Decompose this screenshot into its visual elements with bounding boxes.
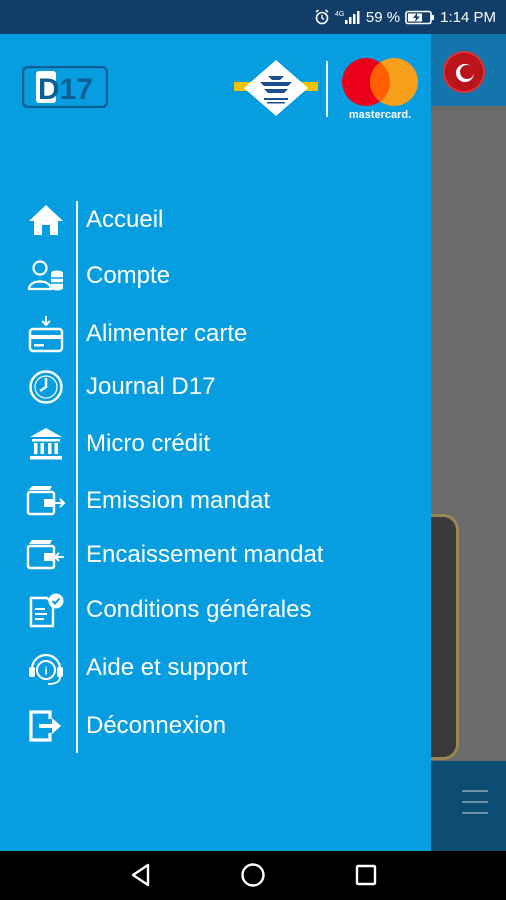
signal-icon: 4G — [335, 9, 361, 25]
logo-divider — [326, 61, 328, 117]
wallet-send-icon — [26, 481, 66, 521]
menu-label: Encaissement mandat — [86, 541, 324, 568]
mastercard-logo: mastercard. — [342, 58, 418, 121]
card-topup-icon — [26, 314, 66, 354]
menu-label: Conditions générales — [86, 596, 312, 623]
wallet-receive-icon — [26, 535, 66, 575]
back-icon[interactable] — [128, 862, 154, 888]
flag-icon[interactable] — [443, 51, 485, 93]
menu-item-deconnexion[interactable]: Déconnexion — [26, 702, 426, 750]
battery-charging-icon — [405, 10, 435, 25]
menu-label: Accueil — [86, 206, 164, 233]
account-icon — [26, 256, 66, 296]
home-icon — [26, 200, 66, 240]
menu-label: Compte — [86, 262, 171, 289]
navigation-drawer: D17 mastercard. Accueil Compte Alimenter… — [0, 34, 431, 851]
home-button-icon[interactable] — [240, 862, 266, 888]
status-bar: 4G 59 % 1:14 PM — [0, 0, 506, 34]
clock-icon — [26, 367, 66, 407]
menu-item-compte[interactable]: Compte — [26, 252, 426, 300]
menu-item-accueil[interactable]: Accueil — [26, 196, 426, 244]
menu-label: Emission mandat — [86, 487, 271, 514]
document-check-icon — [26, 590, 66, 630]
logout-icon — [26, 706, 66, 746]
menu-label: Alimenter carte — [86, 320, 248, 347]
svg-text:i: i — [44, 666, 47, 678]
menu-label: Micro crédit — [86, 430, 211, 457]
menu-item-micro-credit[interactable]: Micro crédit — [26, 420, 426, 468]
menu-item-journal-d17[interactable]: Journal D17 — [26, 363, 426, 411]
recent-apps-icon[interactable] — [353, 862, 379, 888]
menu-label: Journal D17 — [86, 373, 216, 400]
svg-text:mastercard.: mastercard. — [349, 109, 411, 121]
battery-percent: 59 % — [365, 8, 401, 26]
d17-logo: D17 — [22, 66, 108, 108]
menu-label: Déconnexion — [86, 712, 227, 739]
svg-text:D17: D17 — [38, 73, 93, 106]
system-navigation-bar — [0, 851, 506, 900]
headset-icon: i — [26, 648, 66, 688]
menu-item-conditions-generales[interactable]: Conditions générales — [26, 586, 426, 634]
background-app[interactable] — [431, 34, 506, 851]
bank-icon — [26, 424, 66, 464]
menu-item-encaissement-mandat[interactable]: Encaissement mandat — [26, 531, 426, 579]
poste-logo — [234, 60, 318, 116]
alarm-icon — [314, 9, 330, 25]
clock-time: 1:14 PM — [440, 8, 496, 26]
card-preview — [431, 514, 459, 760]
menu-item-emission-mandat[interactable]: Emission mandat — [26, 477, 426, 525]
menu-item-alimenter-carte[interactable]: Alimenter carte — [26, 310, 426, 358]
app-header — [431, 34, 506, 106]
menu-label: Aide et support — [86, 654, 248, 681]
menu-icon[interactable] — [462, 790, 488, 818]
menu-item-aide-support[interactable]: i Aide et support — [26, 644, 426, 692]
svg-text:4G: 4G — [335, 11, 344, 18]
